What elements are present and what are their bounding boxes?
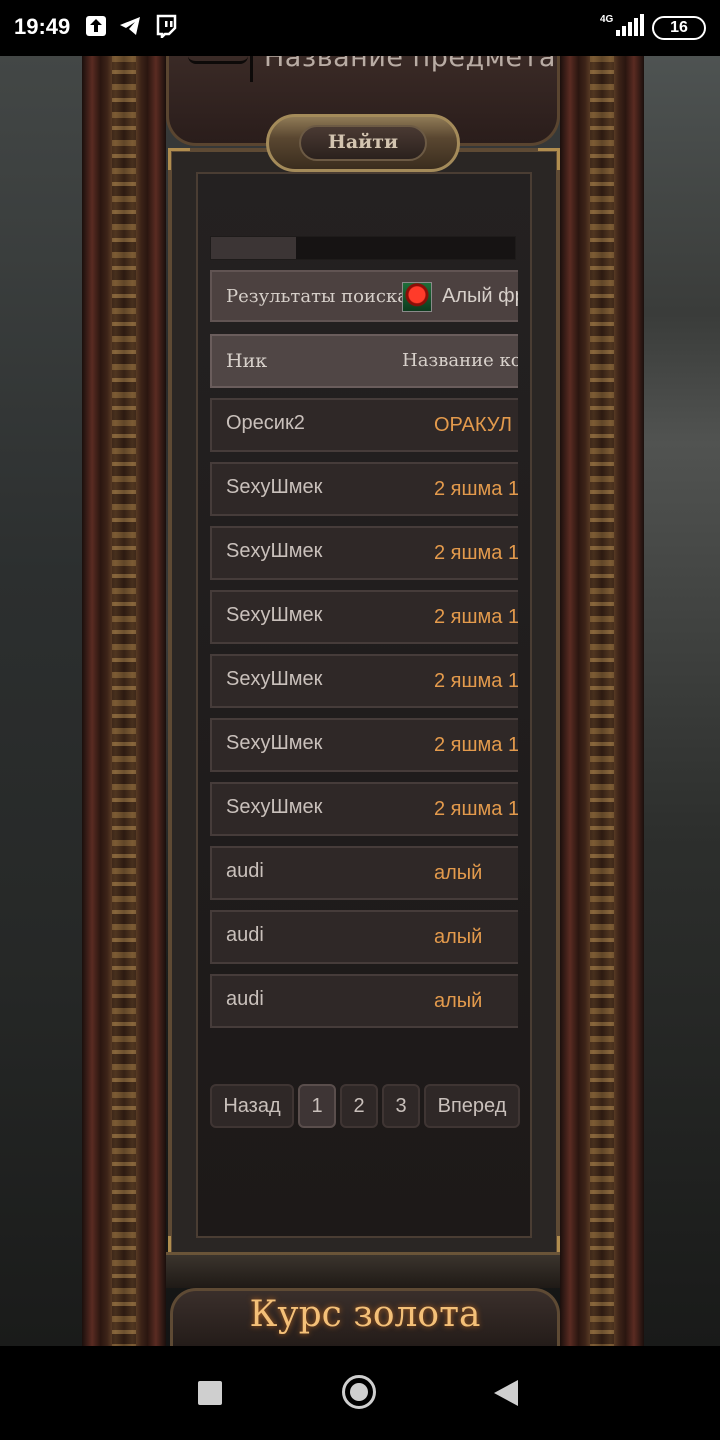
row-item-name: 2 яшма 1 <box>434 478 518 500</box>
upload-icon <box>86 16 106 36</box>
page-button-2[interactable]: 2 <box>340 1084 378 1128</box>
table-header: Ник Название кота <box>210 334 518 388</box>
row-nick: audi <box>226 924 264 946</box>
page-button-1[interactable]: 1 <box>298 1084 336 1128</box>
telegram-icon <box>120 17 140 35</box>
ornate-pillar-right <box>560 56 644 1346</box>
row-item-name: 2 яшма 1 <box>434 606 518 628</box>
frame-corner <box>168 148 190 170</box>
red-berry-icon <box>402 282 432 312</box>
table-row[interactable]: audi алый <box>210 846 518 900</box>
twitch-icon <box>156 14 177 38</box>
table-row[interactable]: Оресик2 ОРАКУЛ <box>210 398 518 452</box>
signal-icon <box>616 14 644 36</box>
table-row[interactable]: audi алый <box>210 974 518 1028</box>
row-nick: audi <box>226 988 264 1010</box>
row-item-name: ОРАКУЛ <box>434 414 512 436</box>
row-item-name: алый <box>434 926 483 948</box>
table-row[interactable]: audi алый <box>210 910 518 964</box>
row-item-name: алый <box>434 990 483 1012</box>
row-nick: SexyШмек <box>226 668 323 690</box>
ornate-pillar-left <box>82 56 166 1346</box>
find-button-label: Найти <box>299 125 427 161</box>
table-row[interactable]: SexyШмек 2 яшма 1 <box>210 718 518 772</box>
search-results-label: Результаты поиска: <box>226 286 415 307</box>
row-nick: SexyШмек <box>226 796 323 818</box>
frame-corner <box>538 148 560 170</box>
row-item-name: алый <box>434 862 483 884</box>
background-right <box>640 56 720 1346</box>
page-button-3[interactable]: 3 <box>382 1084 420 1128</box>
find-button[interactable]: Найти <box>266 114 460 172</box>
row-nick: Оресик2 <box>226 412 305 434</box>
prev-page-button[interactable]: Назад <box>210 1084 294 1128</box>
column-header-name: Название кота <box>402 350 518 371</box>
table-row[interactable]: SexyШмек 2 яшма 1 <box>210 654 518 708</box>
row-item-name: 2 яшма 1 <box>434 798 518 820</box>
battery-icon: 16 <box>652 16 706 40</box>
table-row[interactable]: SexyШмек 2 яшма 1 <box>210 782 518 836</box>
row-item-name: 2 яшма 1 <box>434 734 518 756</box>
search-cursor <box>250 56 253 82</box>
table-row[interactable]: SexyШмек 2 яшма 1 <box>210 526 518 580</box>
row-item-name: 2 яшма 1 <box>434 670 518 692</box>
status-bar: 19:49 4G 16 <box>0 0 720 56</box>
row-nick: SexyШмек <box>226 604 323 626</box>
row-nick: SexyШмек <box>226 476 323 498</box>
row-nick: SexyШмек <box>226 732 323 754</box>
progress-fill <box>211 237 297 259</box>
recent-apps-icon[interactable] <box>198 1381 222 1405</box>
background-left <box>0 56 90 1346</box>
table-row[interactable]: SexyШмек 2 яшма 1 <box>210 590 518 644</box>
results-table-scroll[interactable]: Результаты поиска: Алый фр Ник Название … <box>210 270 518 1040</box>
row-item-name: 2 яшма 1 <box>434 542 518 564</box>
home-icon[interactable] <box>342 1375 376 1409</box>
status-time: 19:49 <box>14 14 71 39</box>
row-nick: SexyШмек <box>226 540 323 562</box>
riveted-bar <box>166 1252 560 1288</box>
search-results-item-name: Алый фр <box>442 285 518 307</box>
next-page-button[interactable]: Вперед <box>424 1084 520 1128</box>
column-header-nick: Ник <box>226 350 268 372</box>
row-nick: audi <box>226 860 264 882</box>
back-icon[interactable] <box>494 1380 518 1406</box>
search-results-bar: Результаты поиска: Алый фр <box>210 270 518 322</box>
table-row[interactable]: SexyШмек 2 яшма 1 <box>210 462 518 516</box>
gold-rate-title: Курс золота <box>249 1294 481 1335</box>
search-field-edge <box>188 56 248 64</box>
loading-progress-bar <box>210 236 516 260</box>
